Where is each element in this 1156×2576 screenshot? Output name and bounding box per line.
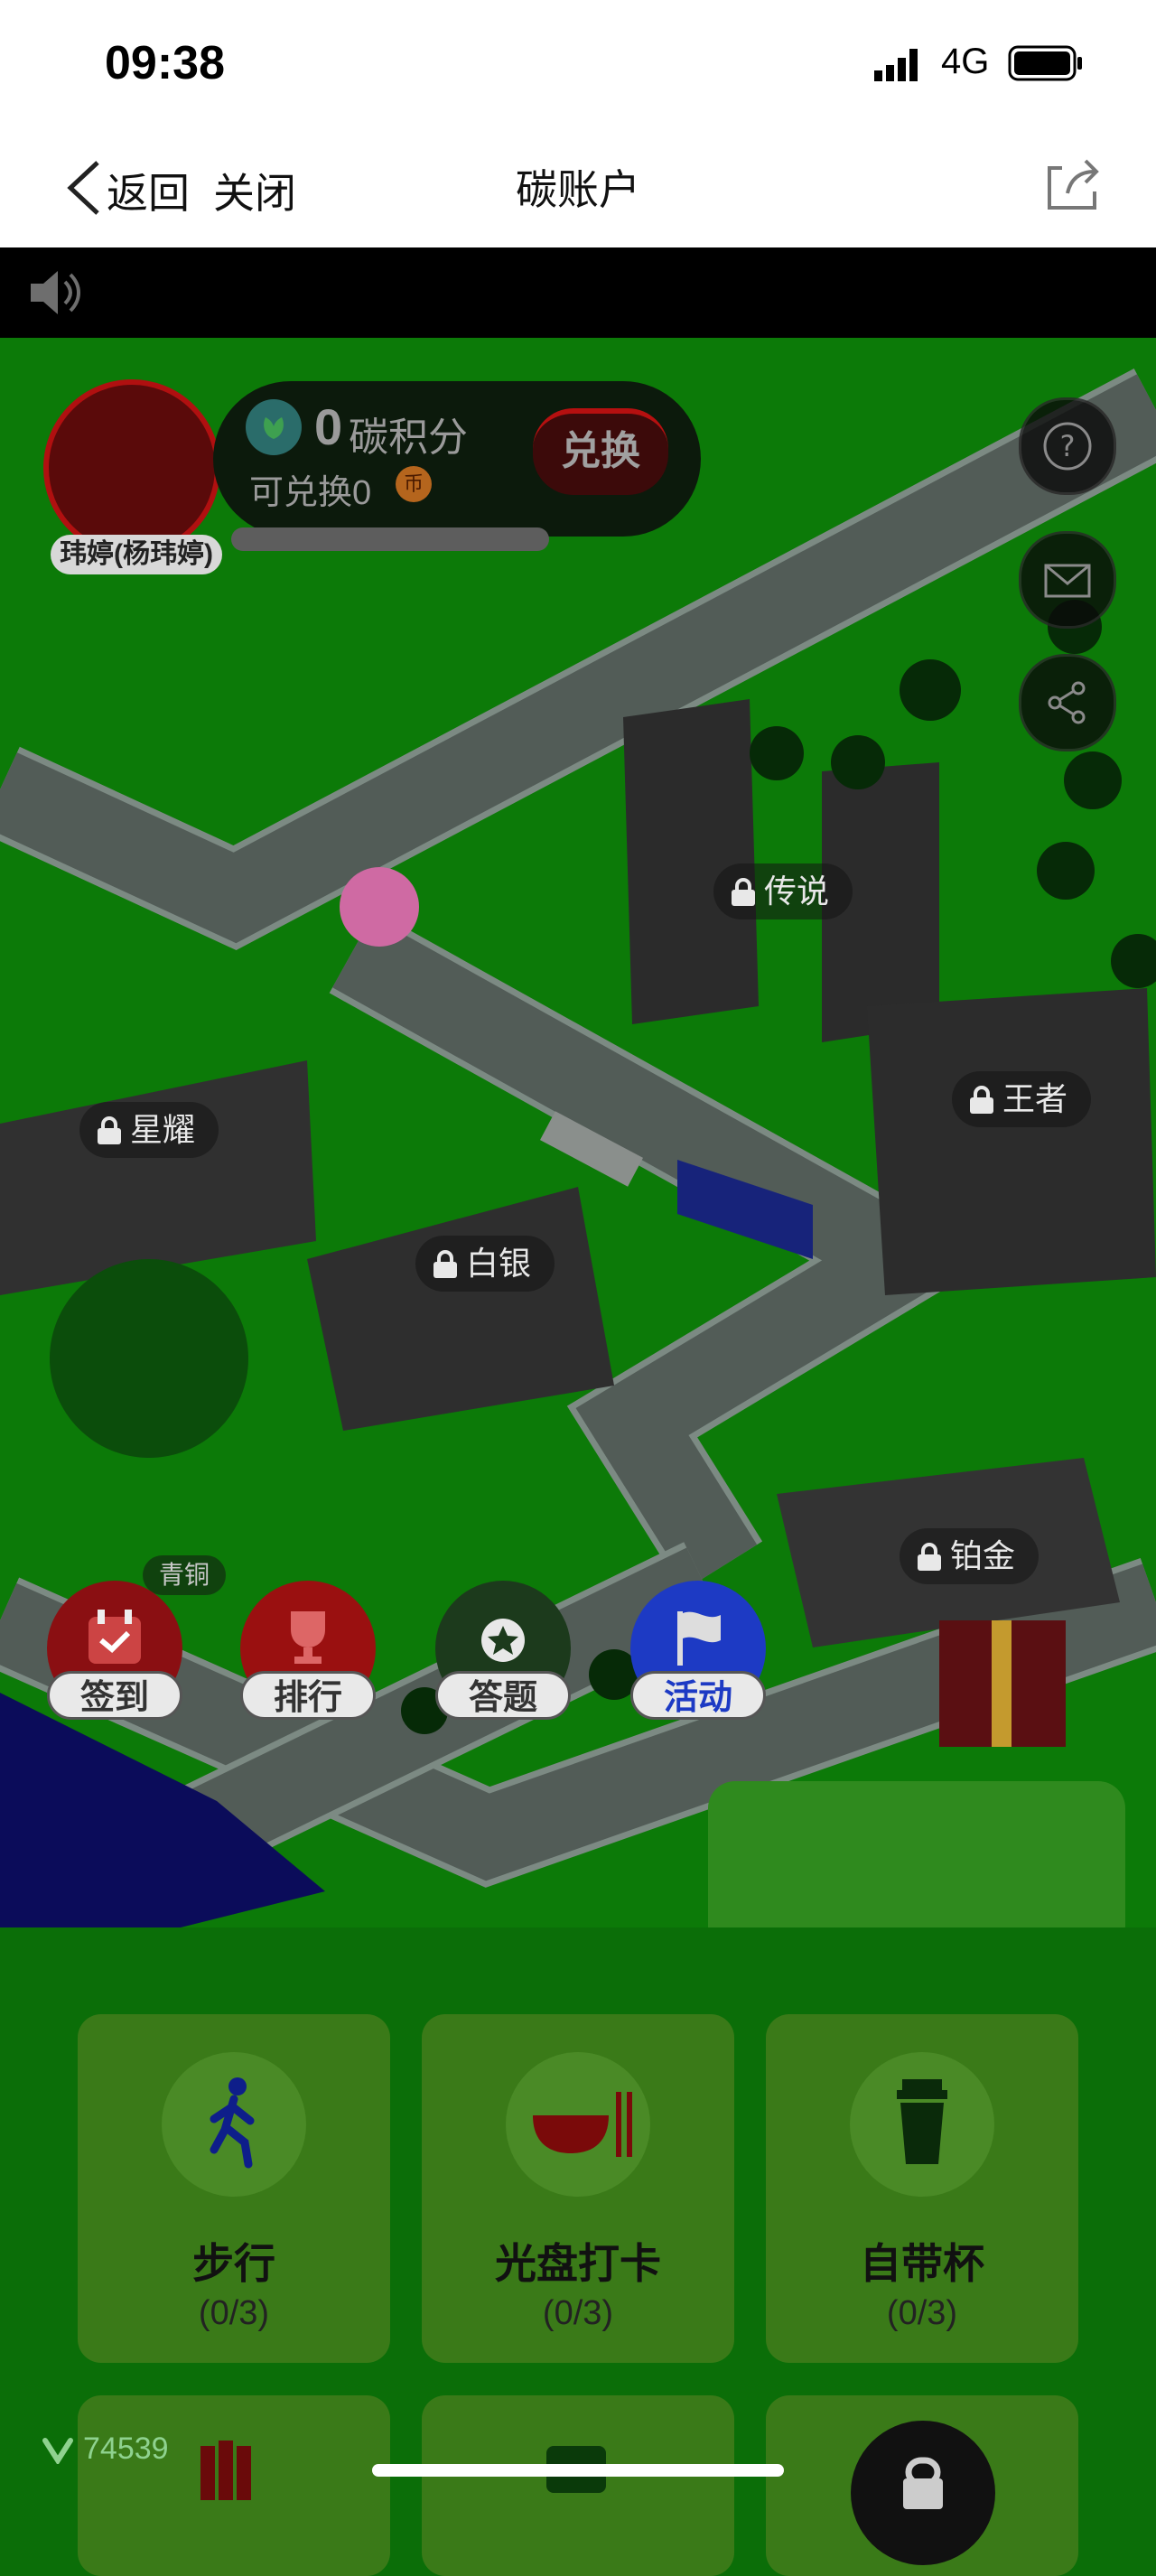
- ranking-label: 排行: [240, 1671, 376, 1720]
- speaker-icon[interactable]: [27, 267, 85, 322]
- share-map-button[interactable]: [1019, 654, 1116, 751]
- ranking-button[interactable]: 排行: [240, 1581, 376, 1720]
- lock-icon: [970, 1086, 993, 1114]
- coin-icon: 币: [396, 466, 432, 502]
- task-count: (0/3): [886, 2294, 958, 2332]
- like-icon: [42, 2435, 74, 2469]
- task-count: (0/3): [542, 2294, 614, 2332]
- profile-avatar[interactable]: [43, 379, 220, 556]
- building-king-label[interactable]: 王者: [952, 1071, 1092, 1127]
- lock-icon: [918, 1543, 941, 1571]
- task-card-row2-2[interactable]: [422, 2395, 734, 2576]
- points-label: 碳积分: [349, 415, 468, 460]
- walking-icon: [162, 2052, 306, 2197]
- cup-icon: [850, 2052, 994, 2197]
- status-time: 09:38: [105, 37, 225, 89]
- profile-name: 玮婷(杨玮婷): [51, 535, 222, 574]
- quiz-button[interactable]: 答题: [435, 1581, 571, 1720]
- network-label: 4G: [941, 42, 990, 81]
- page-title: 碳账户: [516, 166, 640, 213]
- flag-icon: [677, 1611, 721, 1666]
- bowl-chopsticks-icon: [506, 2052, 650, 2197]
- medal-icon: [481, 1619, 525, 1662]
- quiz-label: 答题: [435, 1671, 571, 1720]
- like-count: 74539: [83, 2431, 169, 2466]
- task-title: 自带杯: [860, 2240, 984, 2287]
- message-button[interactable]: [1019, 531, 1116, 629]
- calendar-icon: [89, 1610, 141, 1664]
- activity-button[interactable]: 活动: [630, 1581, 766, 1720]
- building-platinum-label[interactable]: 铂金: [900, 1528, 1039, 1584]
- exchangeable-label: 可兑换0: [249, 474, 372, 512]
- progress-bar: [231, 527, 549, 551]
- task-card-row2-3[interactable]: [766, 2395, 1078, 2576]
- share-icon[interactable]: [1044, 155, 1102, 218]
- audio-bar: [0, 247, 1156, 338]
- help-button[interactable]: ?: [1019, 397, 1116, 495]
- share-nodes-icon: [1048, 681, 1086, 724]
- building-star-label[interactable]: 星耀: [79, 1102, 219, 1158]
- task-card-row2-1[interactable]: [78, 2395, 390, 2576]
- checkin-label: 签到: [47, 1671, 182, 1720]
- points-value: 0: [314, 398, 343, 455]
- battery-icon: [1008, 45, 1084, 86]
- task-count: (0/3): [198, 2294, 270, 2332]
- question-icon: ?: [1043, 422, 1092, 471]
- lock-badge-icon: [851, 2421, 995, 2565]
- task-card-own-cup[interactable]: 自带杯 (0/3): [766, 2014, 1078, 2363]
- leaf-icon: [246, 399, 302, 455]
- carbon-map: 玮婷(杨玮婷) 0 碳积分 可兑换0 币 兑换 ? 传说 王者 星耀 白银 铂金…: [0, 338, 1156, 1927]
- building-bronze-label[interactable]: 青铜: [143, 1555, 227, 1595]
- lock-icon: [98, 1116, 121, 1144]
- activity-label: 活动: [630, 1671, 766, 1720]
- checkin-button[interactable]: 签到: [47, 1581, 182, 1720]
- task-card-clean-plate[interactable]: 光盘打卡 (0/3): [422, 2014, 734, 2363]
- mail-icon: [1044, 564, 1091, 598]
- building-silver-label[interactable]: 白银: [415, 1236, 555, 1292]
- task-card-walk[interactable]: 步行 (0/3): [78, 2014, 390, 2363]
- trophy-icon: [291, 1611, 325, 1664]
- lock-icon: [732, 878, 755, 906]
- home-indicator[interactable]: [372, 2464, 784, 2477]
- task-title: 光盘打卡: [495, 2240, 661, 2287]
- svg-text:?: ?: [1060, 429, 1076, 463]
- status-bar: 09:38 4G: [0, 0, 1156, 126]
- signal-icon: [874, 49, 930, 81]
- building-legend-label[interactable]: 传说: [713, 863, 853, 919]
- exchange-button[interactable]: 兑换: [533, 408, 668, 495]
- lock-icon: [434, 1250, 457, 1278]
- task-title: 步行: [192, 2240, 275, 2287]
